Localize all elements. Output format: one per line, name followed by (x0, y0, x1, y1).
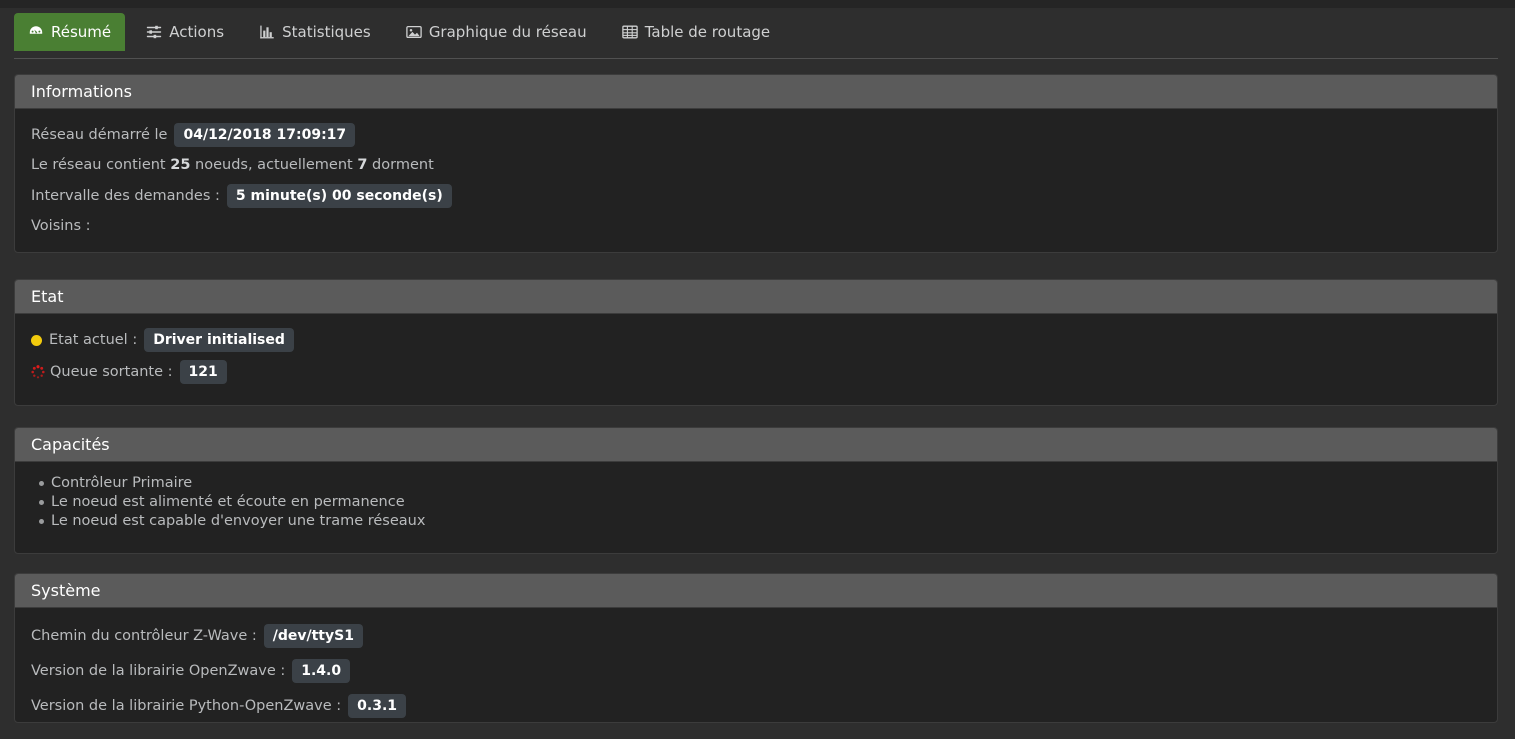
node-count-value: 25 (170, 157, 191, 174)
controller-path-row: Chemin du contrôleur Z-Wave : /dev/ttyS1 (31, 624, 1481, 649)
tab-label: Graphique du réseau (428, 22, 587, 41)
tab-graphique-du-reseau[interactable]: Graphique du réseau (392, 13, 601, 51)
python-openzwave-version-label: Version de la librairie Python-OpenZwave… (31, 697, 342, 714)
current-state-row: Etat actuel : Driver initialised (31, 328, 1481, 353)
outgoing-queue-row: Queue sortante : 121 (31, 360, 1481, 385)
tab-bar: Résumé Actions Statistiques Graphique du… (14, 13, 1498, 59)
node-count-suffix: dorment (372, 157, 434, 174)
panel-informations: Informations Réseau démarré le 04/12/201… (14, 74, 1498, 253)
dashboard-icon (28, 24, 44, 40)
openzwave-version-row: Version de la librairie OpenZwave : 1.4.… (31, 659, 1481, 684)
tab-statistiques[interactable]: Statistiques (245, 13, 385, 51)
node-count-row: Le réseau contient 25 noeuds, actuelleme… (31, 155, 1481, 176)
sleeping-node-count: 7 (357, 157, 368, 174)
tab-label: Statistiques (282, 22, 371, 41)
list-item: Contrôleur Primaire (39, 474, 1481, 493)
panel-title: Informations (15, 75, 1497, 109)
panel-title: Capacités (15, 428, 1497, 462)
neighbours-label: Voisins : (31, 218, 91, 235)
tab-label: Table de routage (644, 22, 771, 41)
panel-body: Réseau démarré le 04/12/2018 17:09:17 Le… (15, 109, 1497, 252)
python-openzwave-version-row: Version de la librairie Python-OpenZwave… (31, 694, 1481, 719)
tab-label: Actions (169, 22, 225, 41)
spinner-icon (31, 365, 45, 379)
outgoing-queue-value: 121 (179, 360, 227, 385)
current-state-label: Etat actuel : (49, 331, 138, 348)
network-started-value: 04/12/2018 17:09:17 (174, 123, 356, 148)
list-item: Le noeud est alimenté et écoute en perma… (39, 493, 1481, 512)
openzwave-version-value: 1.4.0 (292, 659, 351, 684)
tab-table-de-routage[interactable]: Table de routage (608, 13, 784, 51)
poll-interval-label: Intervalle des demandes : (31, 187, 220, 204)
controller-path-label: Chemin du contrôleur Z-Wave : (31, 627, 257, 644)
network-started-label: Réseau démarré le (31, 126, 168, 143)
tab-actions[interactable]: Actions (132, 13, 238, 51)
panel-capacites: Capacités Contrôleur Primaire Le noeud e… (14, 427, 1498, 554)
node-count-prefix: Le réseau contient (31, 157, 166, 174)
panel-systeme: Système Chemin du contrôleur Z-Wave : /d… (14, 573, 1498, 723)
panel-body: Chemin du contrôleur Z-Wave : /dev/ttyS1… (15, 608, 1497, 722)
tab-label: Résumé (51, 22, 112, 41)
top-strip (0, 0, 1515, 8)
current-state-value: Driver initialised (144, 328, 294, 353)
poll-interval-value: 5 minute(s) 00 seconde(s) (226, 184, 452, 209)
panel-body: Etat actuel : Driver initialised Queue s… (15, 314, 1497, 400)
poll-interval-row: Intervalle des demandes : 5 minute(s) 00… (31, 184, 1481, 209)
list-item: Le noeud est capable d'envoyer une trame… (39, 512, 1481, 531)
capabilities-list: Contrôleur Primaire Le noeud est aliment… (31, 474, 1481, 531)
python-openzwave-version-value: 0.3.1 (348, 694, 407, 719)
network-started-row: Réseau démarré le 04/12/2018 17:09:17 (31, 123, 1481, 148)
outgoing-queue-label: Queue sortante : (50, 363, 173, 380)
panel-body: Contrôleur Primaire Le noeud est aliment… (15, 462, 1497, 547)
openzwave-version-label: Version de la librairie OpenZwave : (31, 662, 286, 679)
neighbours-row: Voisins : (31, 216, 1481, 237)
panel-etat: Etat Etat actuel : Driver initialised Qu… (14, 279, 1498, 406)
tab-resume[interactable]: Résumé (14, 13, 126, 51)
panel-title: Etat (15, 280, 1497, 314)
panel-title: Système (15, 574, 1497, 608)
sliders-icon (146, 24, 162, 40)
table-icon (621, 24, 638, 40)
page-root: Résumé Actions Statistiques Graphique du… (0, 8, 1515, 739)
controller-path-value: /dev/ttyS1 (263, 624, 363, 649)
status-dot-icon (31, 334, 42, 346)
bar-chart-icon (259, 24, 275, 40)
image-icon (406, 24, 422, 40)
node-count-middle: noeuds, actuellement (195, 157, 353, 174)
